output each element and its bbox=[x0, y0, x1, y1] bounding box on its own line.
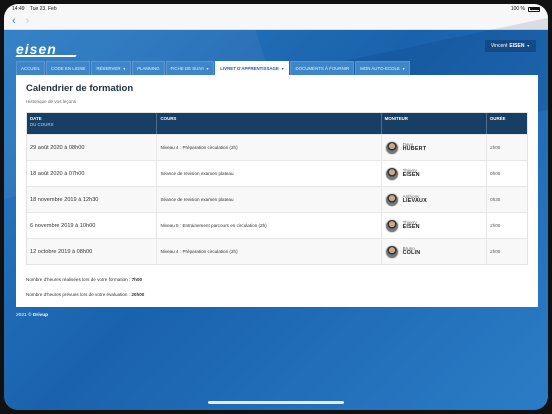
tab-documents-a-fournir[interactable]: DOCUMENTS À FOURNIR bbox=[290, 61, 355, 75]
lesson-teacher: Bruno COLIN bbox=[382, 239, 488, 264]
header-date: DATE DU COURS bbox=[27, 113, 158, 134]
table-body: 29 août 2020 à 08h00 Niveau 4 : Préparat… bbox=[27, 134, 527, 264]
teacher-avatar bbox=[384, 218, 399, 233]
lesson-date: 6 novembre 2019 à 10h00 bbox=[27, 213, 158, 238]
lesson-date: 29 août 2020 à 08h00 bbox=[27, 135, 158, 160]
user-first-name: Vincent bbox=[490, 43, 508, 49]
ipad-screen: 14:49 Tue 23. Feb 100 % ‹ › eisen Vincen… bbox=[4, 4, 548, 410]
battery-percent: 100 % bbox=[510, 6, 525, 12]
site-body: eisen Vincent EISEN ▼ ACCUEIL CODE EN LI… bbox=[4, 30, 548, 410]
battery-icon bbox=[528, 6, 540, 12]
lesson-course: Niveau 4 : Préparation circulation (2h) bbox=[157, 239, 382, 264]
tab-mon-auto-ecole[interactable]: MON AUTO-ECOLE ▼ bbox=[355, 61, 411, 75]
header-teacher: MONITEUR bbox=[382, 113, 488, 134]
teacher-last-name: COLIN bbox=[402, 250, 421, 257]
teacher-avatar bbox=[384, 140, 399, 155]
footer-copyright: 2021 © Drivup bbox=[16, 313, 48, 318]
tab-label: LIVRET D'APPRENTISSAGE bbox=[220, 66, 279, 71]
tab-label: ACCUEIL bbox=[21, 66, 41, 71]
footer-brand[interactable]: Drivup bbox=[33, 313, 48, 318]
tab-fiche-de-suivi[interactable]: FICHE DE SUIVI ▼ bbox=[165, 61, 215, 75]
lesson-date: 18 août 2020 à 07h00 bbox=[27, 161, 158, 186]
header-duration: DURÉE bbox=[490, 116, 506, 121]
footer-year: 2021 © bbox=[16, 313, 32, 318]
hours-done-value: 7h00 bbox=[131, 277, 143, 282]
header-course: COURS bbox=[157, 113, 382, 134]
caret-down-icon: ▼ bbox=[280, 66, 285, 71]
tab-reserver[interactable]: RÉSERVER ▼ bbox=[91, 61, 132, 75]
lesson-date: 12 octobre 2019 à 08h00 bbox=[27, 239, 158, 264]
tab-label: FICHE DE SUIVI bbox=[170, 66, 204, 71]
lesson-teacher: Thierry EISEN bbox=[382, 213, 488, 238]
lesson-course: Séance de revision examen plateau bbox=[157, 187, 382, 212]
caret-down-icon: ▼ bbox=[401, 66, 406, 71]
teacher-last-name: EISEN bbox=[402, 224, 420, 231]
tab-accueil[interactable]: ACCUEIL bbox=[16, 61, 46, 75]
page-title: Calendrier de formation bbox=[26, 83, 134, 94]
status-date: Tue 23. Feb bbox=[29, 6, 57, 12]
tab-label: PLANNING bbox=[137, 66, 160, 71]
tab-code-en-ligne[interactable]: CODE EN LIGNE bbox=[46, 61, 91, 75]
lesson-teacher: Thierry EISEN bbox=[382, 161, 488, 186]
table-header: DATE DU COURS COURS MONITEUR DURÉE bbox=[27, 113, 527, 134]
header-date-label: DATE bbox=[30, 116, 42, 121]
table-row[interactable]: 18 août 2020 à 07h00 Séance de revision … bbox=[27, 160, 527, 186]
table-row[interactable]: 6 novembre 2019 à 10h00 Niveau 5 : Entra… bbox=[27, 212, 527, 238]
teacher-last-name: LIEVAUX bbox=[402, 198, 427, 205]
caret-down-icon: ▼ bbox=[205, 66, 210, 71]
teacher-last-name: EISEN bbox=[402, 172, 420, 179]
tab-planning[interactable]: PLANNING bbox=[132, 61, 165, 75]
tab-label: DOCUMENTS À FOURNIR bbox=[295, 66, 350, 71]
hours-done-label: Nombre d'heures réalisées lors de votre … bbox=[26, 277, 131, 282]
hours-planned-summary: Nombre d'heures prévues lors de votre év… bbox=[26, 292, 528, 297]
tab-label: MON AUTO-ECOLE bbox=[360, 66, 400, 71]
lesson-duration: 2h00 bbox=[490, 249, 501, 254]
lesson-teacher: Anthony LIEVAUX bbox=[382, 187, 488, 212]
lesson-duration: 0h00 bbox=[490, 171, 501, 176]
table-row[interactable]: 29 août 2020 à 08h00 Niveau 4 : Préparat… bbox=[27, 134, 527, 160]
lesson-duration: 0h30 bbox=[490, 197, 501, 202]
home-indicator[interactable] bbox=[208, 401, 344, 404]
hours-done-summary: Nombre d'heures réalisées lors de votre … bbox=[26, 277, 528, 282]
lesson-teacher: Davy HUBERT bbox=[382, 135, 488, 160]
table-row[interactable]: 12 octobre 2019 à 08h00 Niveau 4 : Prépa… bbox=[27, 238, 527, 264]
teacher-avatar bbox=[384, 192, 399, 207]
tab-livret-apprentissage[interactable]: LIVRET D'APPRENTISSAGE ▼ bbox=[215, 61, 290, 75]
lesson-course: Niveau 4 : Préparation circulation (2h) bbox=[157, 135, 382, 160]
content-panel: Calendrier de formation Historique de vo… bbox=[16, 75, 538, 307]
caret-down-icon: ▼ bbox=[122, 66, 127, 71]
logo-swoosh bbox=[15, 55, 77, 57]
teacher-last-name: HUBERT bbox=[402, 146, 427, 153]
lesson-course: Séance de revision examen plateau bbox=[157, 161, 382, 186]
back-arrow-icon[interactable]: ‹ bbox=[12, 16, 16, 27]
tab-label: CODE EN LIGNE bbox=[51, 66, 86, 71]
tab-label: RÉSERVER bbox=[96, 66, 121, 71]
lesson-course: Niveau 5 : Entrainement parcours en circ… bbox=[157, 213, 382, 238]
lesson-duration: 2h00 bbox=[490, 145, 501, 150]
lesson-duration: 2h00 bbox=[490, 223, 501, 228]
page-subtitle: Historique de vos leçons bbox=[26, 99, 77, 104]
teacher-avatar bbox=[384, 244, 399, 259]
caret-down-icon: ▼ bbox=[526, 44, 530, 48]
user-last-name: EISEN bbox=[509, 43, 525, 49]
lessons-table: DATE DU COURS COURS MONITEUR DURÉE 29 ao… bbox=[26, 112, 528, 265]
header-date-sublabel: DU COURS bbox=[30, 122, 54, 127]
hours-planned-value: 20h00 bbox=[131, 292, 145, 297]
main-nav-tabs: ACCUEIL CODE EN LIGNE RÉSERVER ▼ PLANNING… bbox=[16, 61, 411, 75]
table-row[interactable]: 18 novembre 2019 à 12h30 Séance de revis… bbox=[27, 186, 527, 212]
status-time: 14:49 bbox=[12, 6, 25, 12]
hours-planned-label: Nombre d'heures prévues lors de votre év… bbox=[26, 292, 131, 297]
user-menu[interactable]: Vincent EISEN ▼ bbox=[484, 40, 536, 52]
teacher-avatar bbox=[384, 166, 399, 181]
lesson-date: 18 novembre 2019 à 12h30 bbox=[27, 187, 158, 212]
